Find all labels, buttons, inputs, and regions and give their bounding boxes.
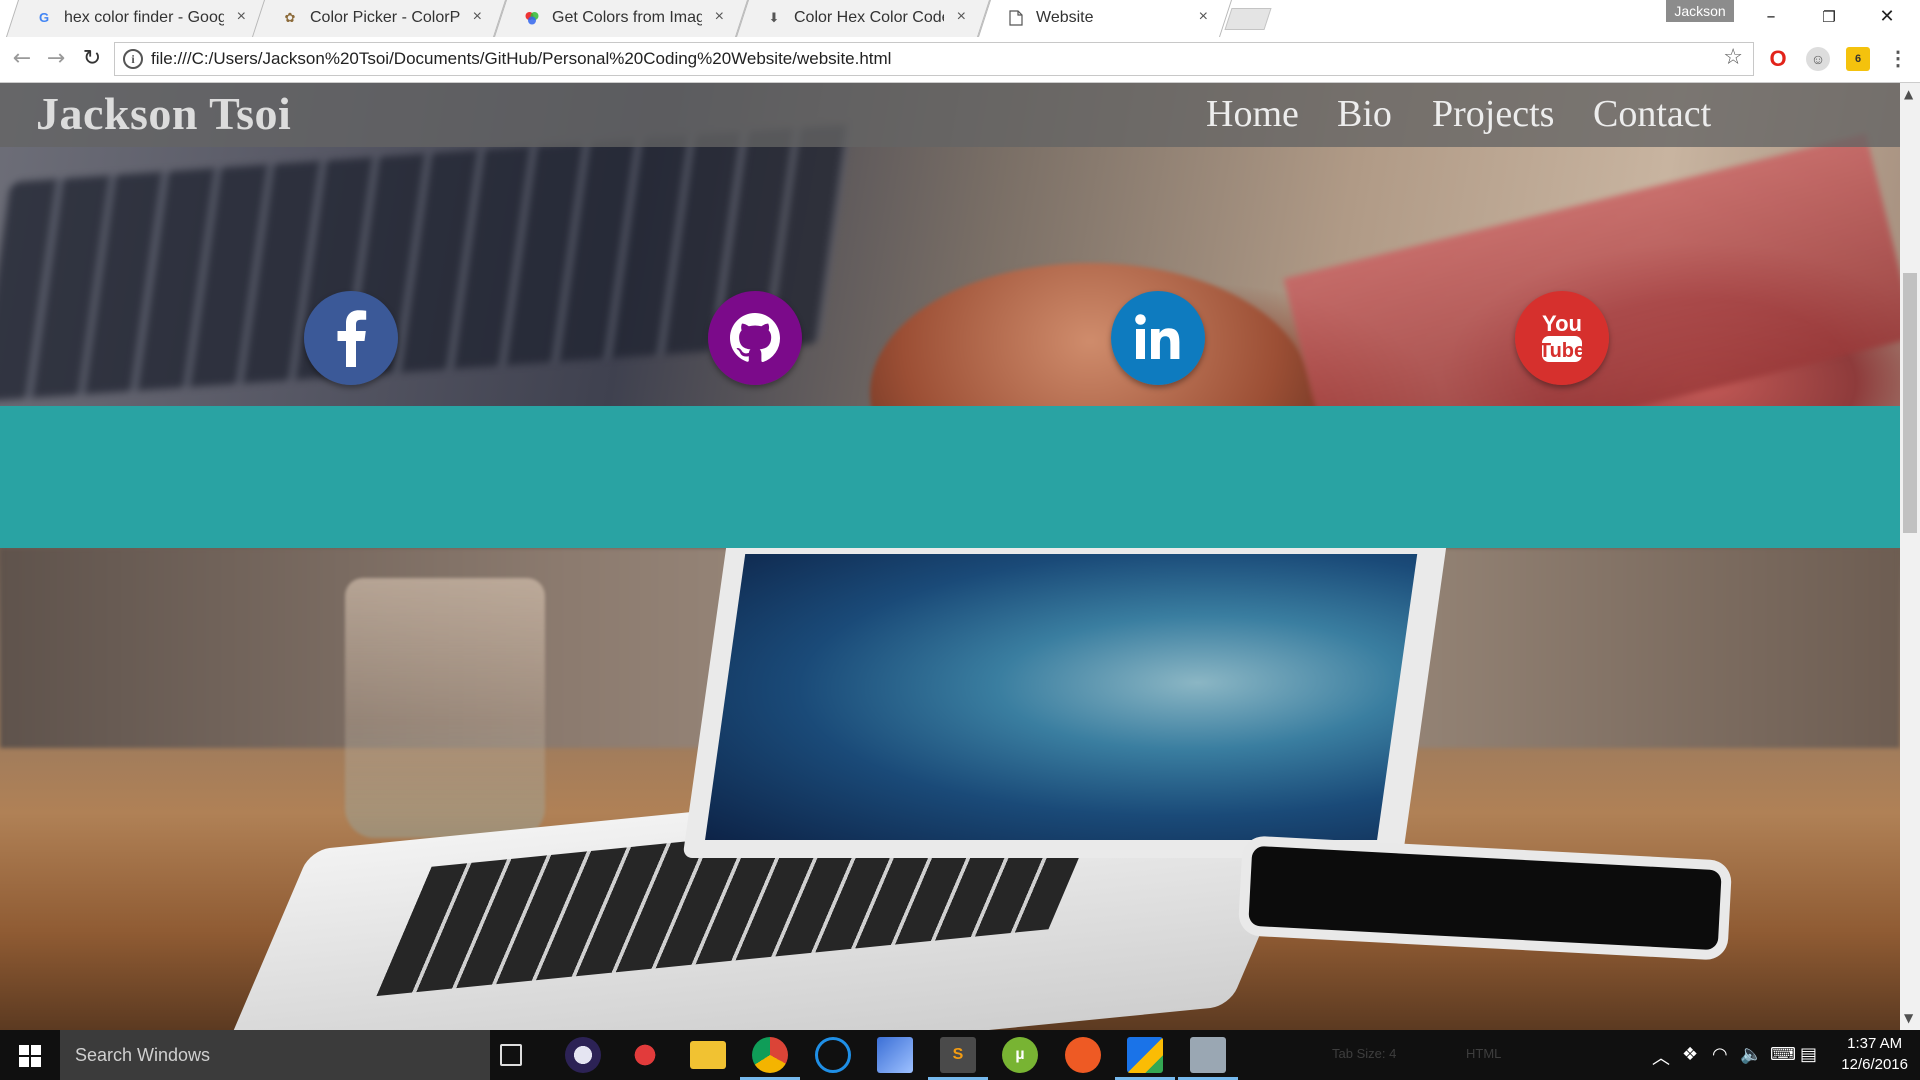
start-button[interactable]: [0, 1030, 60, 1080]
opera-icon[interactable]: O: [1766, 47, 1790, 71]
windows-logo-icon: [19, 1045, 41, 1067]
new-tab-button[interactable]: [1224, 8, 1272, 30]
tab-close-icon[interactable]: ×: [957, 8, 966, 26]
browser-tab[interactable]: ✿ Color Picker - ColorPicke ×: [251, 0, 507, 37]
nav-contact[interactable]: Contact: [1593, 92, 1711, 136]
youtube-icon: You Tube: [1515, 291, 1609, 385]
task-view-icon[interactable]: [500, 1044, 522, 1066]
site-navbar: Jackson Tsoi Home Bio Projects Contact: [0, 83, 1900, 147]
browser-tab-strip: G hex color finder - Google × ✿ Color Pi…: [0, 0, 1920, 37]
palette-icon: ✿: [284, 10, 296, 25]
eclipse-icon[interactable]: [565, 1037, 601, 1073]
app-red-icon[interactable]: [627, 1037, 663, 1073]
site-brand[interactable]: Jackson Tsoi: [36, 87, 291, 140]
menu-icon[interactable]: ⋮: [1886, 47, 1910, 71]
info-icon[interactable]: i: [123, 49, 143, 69]
page-viewport: You Tube Jackson Tsoi Home Bio Projects …: [0, 83, 1900, 1030]
tab-close-icon[interactable]: ×: [237, 8, 246, 26]
browser-toolbar: ← → ↻ i file:///C:/Users/Jackson%20Tsoi/…: [0, 37, 1920, 83]
dropper-icon: ⬇: [768, 10, 780, 25]
nav-home[interactable]: Home: [1206, 92, 1299, 136]
tab-close-icon[interactable]: ×: [473, 8, 482, 26]
taskbar-clock[interactable]: 1:37 AM 12/6/2016: [1841, 1033, 1908, 1075]
scroll-thumb[interactable]: [1903, 273, 1917, 533]
windows-taskbar: Search Windows S µ Tab Size: 4 HTML ︿ ❖ …: [0, 1030, 1920, 1080]
teal-section: [0, 406, 1900, 548]
tab-title: hex color finder - Google: [64, 9, 224, 26]
scroll-down-icon[interactable]: ▼: [1904, 1011, 1913, 1025]
google-icon: G: [38, 10, 50, 25]
document-icon: [1008, 10, 1024, 26]
color-wheel-icon: [524, 10, 540, 26]
browser-tab[interactable]: G hex color finder - Google ×: [5, 0, 271, 37]
ghost-text: HTML: [1466, 1046, 1502, 1061]
browser-tab-active[interactable]: Website ×: [977, 0, 1233, 37]
nav-projects[interactable]: Projects: [1432, 92, 1554, 136]
browser-tab[interactable]: ⬇ Color Hex Color Codes ×: [735, 0, 991, 37]
bookmark-star-icon[interactable]: ☆: [1723, 45, 1743, 70]
minimize-icon[interactable]: –: [1742, 0, 1800, 36]
linkedin-link[interactable]: [1111, 291, 1205, 385]
youtube-link[interactable]: You Tube: [1515, 291, 1609, 385]
tab-title: Color Hex Color Codes: [794, 9, 944, 26]
close-window-icon[interactable]: ✕: [1858, 0, 1916, 36]
taskbar-search[interactable]: Search Windows: [60, 1030, 490, 1080]
tab-title: Get Colors from Image: [552, 9, 702, 26]
phone-image: [1248, 845, 1722, 951]
network-app-icon[interactable]: [877, 1037, 913, 1073]
tab-close-icon[interactable]: ×: [715, 8, 724, 26]
address-bar[interactable]: i file:///C:/Users/Jackson%20Tsoi/Docume…: [114, 42, 1754, 76]
clock-date: 12/6/2016: [1841, 1056, 1908, 1073]
tab-title: Color Picker - ColorPicke: [310, 9, 460, 26]
chrome-icon[interactable]: [752, 1037, 788, 1073]
tab-title: Website: [1036, 9, 1094, 26]
clock-time: 1:37 AM: [1847, 1035, 1903, 1052]
extension-badge-icon[interactable]: 6: [1846, 47, 1870, 71]
github-link[interactable]: [708, 291, 802, 385]
tab-close-icon[interactable]: ×: [1199, 8, 1208, 26]
nav-bio[interactable]: Bio: [1337, 92, 1392, 136]
reload-icon[interactable]: ↻: [78, 45, 106, 73]
notification-icon[interactable]: ▤: [1800, 1044, 1817, 1065]
github-icon: [708, 291, 802, 385]
drive-icon[interactable]: [1127, 1037, 1163, 1073]
svg-text:Tube: Tube: [1539, 340, 1585, 362]
facebook-icon: [304, 291, 398, 385]
tray-chevron-icon[interactable]: ︿: [1652, 1044, 1670, 1070]
linkedin-icon: [1111, 291, 1205, 385]
laptop-screen-image: [682, 548, 1448, 858]
wifi-icon[interactable]: ◠: [1712, 1044, 1728, 1065]
laptop-hero-image: [0, 548, 1900, 1030]
app-blue-icon[interactable]: [815, 1037, 851, 1073]
origin-icon[interactable]: [1065, 1037, 1101, 1073]
dropbox-icon[interactable]: ❖: [1682, 1044, 1698, 1065]
facebook-link[interactable]: [304, 291, 398, 385]
address-url: file:///C:/Users/Jackson%20Tsoi/Document…: [151, 49, 892, 68]
profile-badge[interactable]: Jackson: [1666, 0, 1734, 22]
forward-icon[interactable]: →: [42, 45, 70, 73]
coffee-cup-image: [870, 263, 1310, 406]
back-icon[interactable]: ←: [8, 45, 36, 73]
volume-icon[interactable]: 🔈: [1740, 1044, 1762, 1065]
app-window-icon[interactable]: [1190, 1037, 1226, 1073]
file-explorer-icon[interactable]: [690, 1041, 726, 1069]
sublime-text-icon[interactable]: S: [940, 1037, 976, 1073]
ghost-text: Tab Size: 4: [1332, 1046, 1397, 1061]
svg-text:You: You: [1542, 311, 1582, 336]
water-glass-image: [345, 578, 545, 838]
browser-tab[interactable]: Get Colors from Image ×: [493, 0, 749, 37]
language-icon[interactable]: ⌨: [1770, 1044, 1796, 1065]
utorrent-icon[interactable]: µ: [1002, 1037, 1038, 1073]
scroll-up-icon[interactable]: ▲: [1904, 87, 1913, 101]
restore-icon[interactable]: ❐: [1800, 0, 1858, 36]
hero-desk-image: You Tube Jackson Tsoi Home Bio Projects …: [0, 83, 1900, 406]
page-scrollbar[interactable]: ▲ ▼: [1900, 83, 1920, 1030]
extension-face-icon[interactable]: ☺: [1806, 47, 1830, 71]
